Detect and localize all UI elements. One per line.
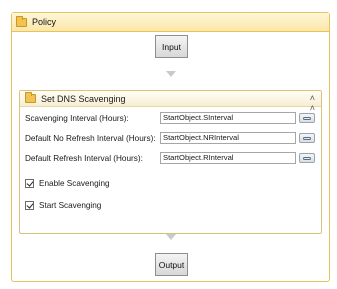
scavenging-interval-field[interactable]: StartObject.SInterval: [160, 112, 296, 124]
field-label: Default Refresh Interval (Hours):: [25, 153, 143, 163]
checkbox-label: Enable Scavenging: [39, 178, 110, 188]
start-scavenging-checkbox[interactable]: Start Scavenging: [25, 199, 101, 211]
policy-title: Policy: [32, 17, 57, 27]
link-icon[interactable]: [299, 133, 315, 143]
refresh-interval-row: Default Refresh Interval (Hours): StartO…: [25, 151, 317, 165]
enable-scavenging-checkbox[interactable]: Enable Scavenging: [25, 177, 110, 189]
double-chevron-up-icon[interactable]: ˄ ˄: [310, 93, 315, 113]
checkbox-checked-icon[interactable]: [25, 178, 34, 188]
down-arrow-icon: [166, 234, 176, 240]
scavenging-title: Set DNS Scavenging: [41, 93, 126, 104]
set-dns-scavenging-activity[interactable]: Set DNS Scavenging ˄ ˄ Scavenging Interva…: [19, 90, 322, 234]
policy-header[interactable]: Policy: [12, 13, 329, 32]
no-refresh-interval-row: Default No Refresh Interval (Hours): Sta…: [25, 131, 317, 145]
policy-container[interactable]: Policy Input Set DNS Scavenging ˄ ˄ Scave…: [11, 12, 330, 282]
field-label: Default No Refresh Interval (Hours):: [25, 133, 156, 143]
refresh-interval-field[interactable]: StartObject.RInterval: [160, 152, 296, 164]
down-arrow-icon: [166, 71, 176, 77]
folder-icon: [25, 92, 36, 103]
input-label: Input: [162, 41, 181, 52]
checkbox-checked-icon[interactable]: [25, 200, 34, 210]
checkbox-label: Start Scavenging: [39, 200, 102, 210]
folder-icon: [16, 15, 27, 27]
field-label: Scavenging Interval (Hours):: [25, 113, 129, 123]
output-label: Output: [158, 259, 185, 270]
input-button[interactable]: Input: [155, 35, 188, 58]
link-icon[interactable]: [299, 153, 315, 163]
scavenging-header[interactable]: Set DNS Scavenging ˄ ˄: [20, 91, 321, 113]
output-button[interactable]: Output: [155, 253, 188, 276]
no-refresh-interval-field[interactable]: StartObject.NRInterval: [160, 132, 296, 144]
link-icon[interactable]: [299, 113, 315, 123]
scavenging-interval-row: Scavenging Interval (Hours): StartObject…: [25, 111, 317, 125]
